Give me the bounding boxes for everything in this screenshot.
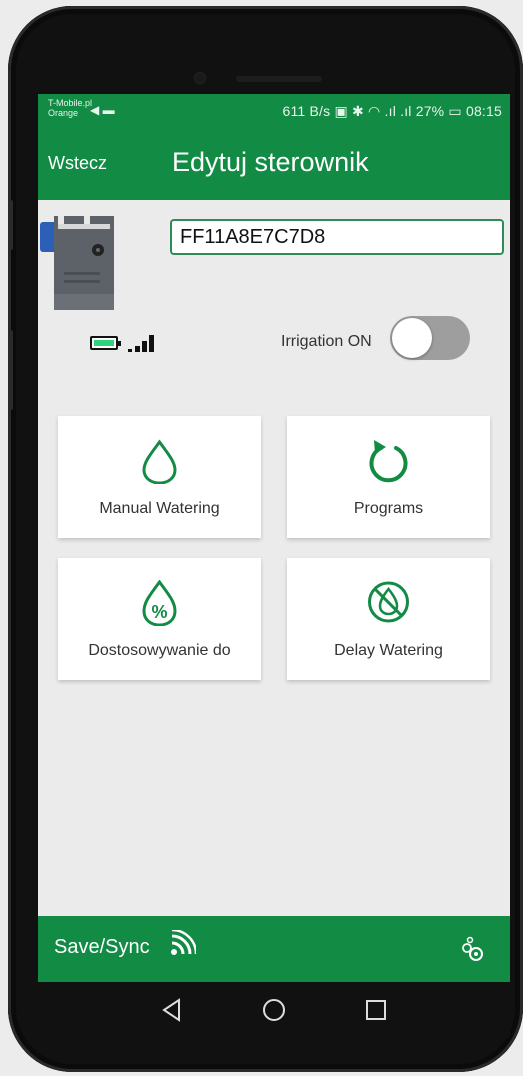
- irrigation-toggle[interactable]: [390, 316, 470, 360]
- front-camera: [194, 72, 206, 84]
- programs-tile[interactable]: Programs: [287, 416, 490, 538]
- cell-signal-icon: .ıl: [384, 103, 397, 119]
- status-bar: T-Mobile.pl Orange ◀ ▬ 611 B/s ▣ ✱ ◠ .ıl…: [38, 94, 510, 130]
- bottom-bar: Save/Sync: [38, 916, 510, 982]
- battery-status-icon: ▭: [448, 103, 462, 119]
- volume-button: [8, 330, 13, 410]
- earpiece: [236, 76, 322, 82]
- back-triangle-icon[interactable]: [156, 994, 188, 1026]
- delay-watering-tile[interactable]: Delay Watering: [287, 558, 490, 680]
- data-rate: 611 B/s: [282, 103, 331, 119]
- tile-label: Programs: [353, 500, 424, 517]
- carrier-secondary: Orange: [48, 108, 79, 118]
- tile-label: Manual Watering: [99, 500, 220, 517]
- manual-watering-tile[interactable]: Manual Watering: [58, 416, 261, 538]
- android-nav-bar: [38, 982, 510, 1038]
- svg-text:%: %: [151, 602, 167, 622]
- wifi-icon: ◠: [368, 103, 381, 119]
- controller-device-image: [40, 216, 114, 310]
- seasonal-adjust-tile[interactable]: % Dostosowywanie do: [58, 558, 261, 680]
- no-water-icon: [368, 581, 409, 623]
- cell-signal-icon-2: .ıl: [400, 103, 412, 119]
- clock: 08:15: [465, 103, 502, 119]
- tile-label: Dostosowywanie do: [88, 642, 231, 659]
- refresh-icon: [369, 440, 408, 483]
- carrier-info: T-Mobile.pl Orange: [48, 98, 92, 118]
- side-button: [8, 200, 13, 250]
- bluetooth-icon: ✱: [351, 103, 364, 119]
- status-right: 611 B/s ▣ ✱ ◠ .ıl .ıl 27% ▭ 08:15: [283, 103, 503, 120]
- toggle-knob: [392, 318, 432, 358]
- gears-icon[interactable]: [458, 936, 486, 964]
- tile-label: Delay Watering: [334, 642, 443, 659]
- irrigation-label: Irrigation ON: [281, 333, 372, 350]
- back-button[interactable]: Wstecz: [48, 153, 107, 174]
- controller-id-field[interactable]: [170, 219, 504, 255]
- app-bar: Wstecz Edytuj sterownik: [38, 130, 510, 200]
- battery-percent: 27%: [415, 103, 445, 119]
- page-title: Edytuj sterownik: [172, 147, 369, 177]
- signal-strength-icon: [128, 334, 158, 352]
- app-screen: T-Mobile.pl Orange ◀ ▬ 611 B/s ▣ ✱ ◠ .ıl…: [38, 94, 510, 982]
- notification-icons: ◀ ▬: [90, 103, 115, 117]
- percent-drop-icon: %: [142, 580, 177, 626]
- battery-icon: [90, 336, 121, 350]
- carrier-primary: T-Mobile.pl: [48, 98, 93, 108]
- save-sync-button[interactable]: Save/Sync: [54, 936, 150, 959]
- nfc-icon: ▣: [334, 103, 348, 119]
- water-drop-icon: [142, 439, 177, 484]
- wireless-sync-icon[interactable]: [170, 930, 196, 956]
- home-circle-icon[interactable]: [258, 994, 290, 1026]
- recent-apps-icon[interactable]: [360, 994, 392, 1026]
